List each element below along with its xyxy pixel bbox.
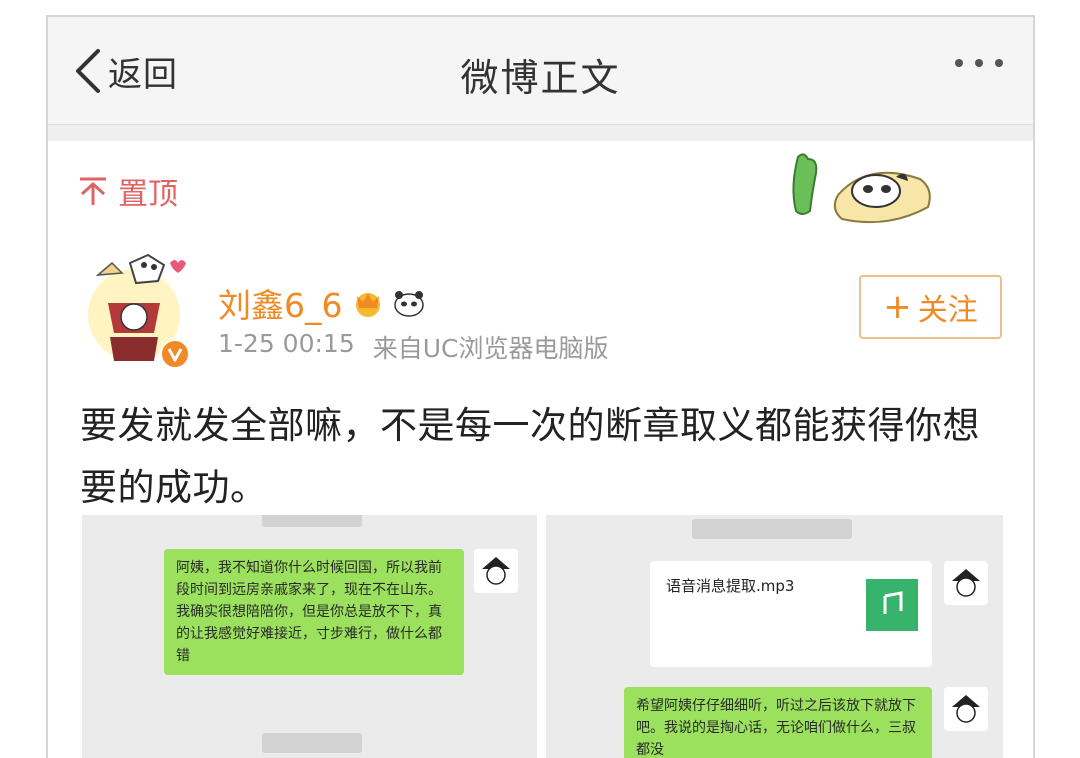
witch-avatar-icon xyxy=(482,557,510,585)
witch-avatar-icon xyxy=(952,695,980,723)
member-crown-icon xyxy=(355,293,380,317)
post-source: 来自UC浏览器电脑版 xyxy=(372,334,609,363)
chat-message-bubble: 阿姨，我不知道你什么时候回国，所以我前段时间到远房亲戚家来了，现在不在山东。我确… xyxy=(164,549,464,675)
post-timestamp: 1-25 00:15 xyxy=(218,329,355,358)
music-note-icon xyxy=(866,579,918,631)
cactus-sticker-icon xyxy=(792,153,931,224)
chat-timestamp-bottom xyxy=(262,733,362,753)
follow-button[interactable]: + 关注 xyxy=(859,275,1002,339)
post-image-right[interactable]: 语音消息提取.mp3 希望阿姨仔仔细细听，听过之后该放下就放下吧。我说的是掏心话… xyxy=(546,515,1003,758)
pin-label: 置顶 xyxy=(118,177,178,212)
verified-v-icon xyxy=(160,339,190,369)
pin-top-icon xyxy=(80,177,106,205)
weibo-post-screen: 返回 微博正文 置顶 刘鑫6_6 1-25 00:15 来自UC浏览器电脑版 +… xyxy=(46,15,1035,758)
file-message-card: 语音消息提取.mp3 xyxy=(650,561,932,667)
pinned-indicator: 置顶 xyxy=(78,169,178,213)
post-meta: 1-25 00:15 来自UC浏览器电脑版 xyxy=(218,329,609,365)
panda-badge-icon xyxy=(393,291,424,317)
chat-timestamp xyxy=(692,519,852,539)
username[interactable]: 刘鑫6_6 xyxy=(218,279,343,327)
navigation-bar: 返回 微博正文 xyxy=(48,17,1033,125)
chat-message-bubble: 希望阿姨仔仔细细听，听过之后该放下就放下吧。我说的是掏心话，无论咱们做什么，三叔… xyxy=(624,687,932,758)
witch-avatar-icon xyxy=(952,569,980,597)
chat-timestamp xyxy=(262,515,362,527)
author-row: 刘鑫6_6 xyxy=(218,279,425,327)
chat-avatar xyxy=(944,687,988,731)
plus-icon: + xyxy=(883,287,912,327)
chat-avatar xyxy=(944,561,988,605)
chat-avatar xyxy=(474,549,518,593)
section-divider xyxy=(48,125,1033,141)
more-dots-icon[interactable] xyxy=(955,59,1003,67)
post-content: 要发就发全部嘛，不是每一次的断章取义都能获得你想要的成功。 xyxy=(80,404,980,509)
follow-label: 关注 xyxy=(917,293,978,328)
file-name: 语音消息提取.mp3 xyxy=(666,577,795,595)
page-title: 微博正文 xyxy=(460,56,621,100)
post-image-left[interactable]: 阿姨，我不知道你什么时候回国，所以我前段时间到远房亲戚家来了，现在不在山东。我确… xyxy=(82,515,537,758)
